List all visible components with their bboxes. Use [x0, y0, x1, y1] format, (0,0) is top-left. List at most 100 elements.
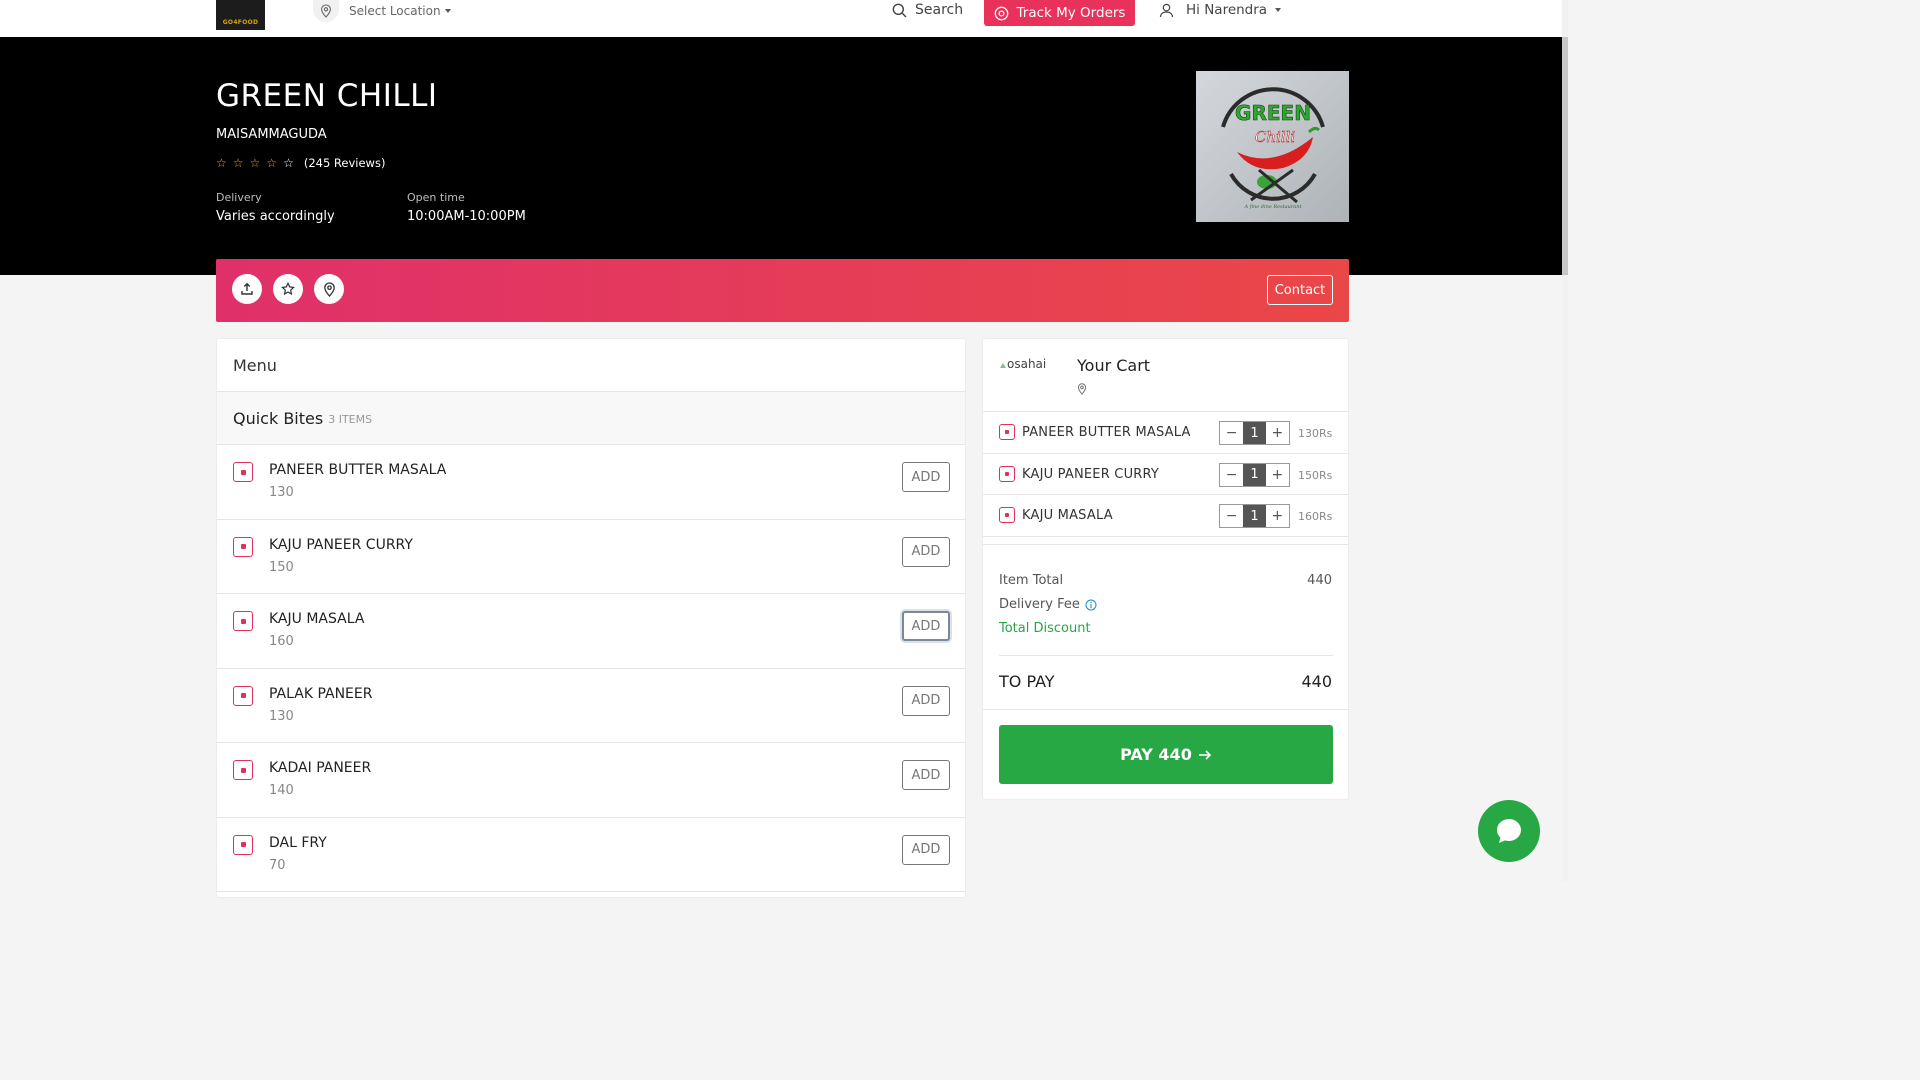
- track-orders-button[interactable]: Track My Orders: [984, 0, 1135, 26]
- delivery-value: Varies accordingly: [216, 209, 335, 224]
- increase-button[interactable]: +: [1266, 464, 1289, 486]
- quantity-stepper: − 1 +: [1219, 421, 1290, 445]
- cart-item-name: PANEER BUTTER MASALA: [1022, 425, 1191, 440]
- increase-button[interactable]: +: [1266, 505, 1289, 527]
- scrollbar-thumb[interactable]: [1562, 37, 1568, 275]
- veg-indicator-icon: [999, 465, 1015, 482]
- add-button[interactable]: ADD: [902, 611, 950, 641]
- menu-item-name: KADAI PANEER: [269, 760, 372, 776]
- info-icon[interactable]: [1085, 599, 1097, 611]
- track-orders-label: Track My Orders: [1016, 5, 1126, 21]
- veg-indicator-icon: [999, 424, 1015, 440]
- menu-panel: Menu Quick Bites 3 ITEMS PANEER BUTTER M…: [216, 338, 966, 898]
- top-navbar: GO4FOOD Select Location Search Track My …: [0, 0, 1568, 37]
- delivery-fee-label: Delivery Fee: [999, 597, 1080, 612]
- decrease-button[interactable]: −: [1220, 422, 1243, 444]
- chat-button[interactable]: [1478, 800, 1540, 862]
- star-icon: ☆: [216, 156, 227, 170]
- menu-item-price: 160: [269, 634, 294, 649]
- menu-item-price: 150: [269, 559, 294, 575]
- menu-item: KAJU PANEER CURRY 150 ADD: [217, 520, 965, 594]
- restaurant-area: MAISAMMAGUDA: [216, 127, 327, 142]
- menu-item-name: PANEER BUTTER MASALA: [269, 462, 447, 478]
- restaurant-logo: GREEN Chilli A fine dine Restaurant: [1196, 71, 1349, 222]
- chevron-down-icon: [1275, 8, 1282, 12]
- total-discount-label: Total Discount: [999, 621, 1091, 636]
- open-time-label: Open time: [407, 191, 465, 204]
- menu-item-price: 130: [269, 708, 294, 724]
- veg-indicator-icon: [233, 760, 253, 780]
- location-selector[interactable]: Select Location: [313, 0, 451, 22]
- item-total-value: 440: [1307, 573, 1332, 588]
- cart-item-price: 160Rs: [1298, 510, 1333, 523]
- menu-item-name: KAJU MASALA: [269, 611, 365, 627]
- menu-item: KADAI PANEER 140 ADD: [217, 743, 965, 818]
- svg-text:GREEN: GREEN: [1235, 101, 1311, 125]
- veg-indicator-icon: [233, 462, 253, 482]
- map-location-button[interactable]: [314, 274, 344, 304]
- star-icon: ☆: [249, 156, 261, 170]
- to-pay-label: TO PAY: [999, 672, 1055, 691]
- veg-indicator-icon: [233, 536, 253, 557]
- user-menu[interactable]: Hi Narendra: [1159, 2, 1282, 18]
- star-icon: ☆: [283, 156, 294, 170]
- menu-item-price: 70: [269, 857, 286, 873]
- rating: ☆ ☆ ☆ ☆ ☆ (245 Reviews): [216, 156, 385, 170]
- item-total-label: Item Total: [999, 573, 1064, 588]
- veg-indicator-icon: [233, 611, 253, 631]
- to-pay-value: 440: [1301, 672, 1332, 691]
- menu-item: PALAK PANEER 130 ADD: [217, 669, 965, 743]
- site-logo[interactable]: GO4FOOD: [216, 0, 265, 30]
- add-button[interactable]: ADD: [902, 834, 950, 865]
- add-button[interactable]: ADD: [902, 685, 950, 716]
- user-icon: [1159, 3, 1174, 17]
- cart-restaurant-image: osahai: [999, 357, 1046, 371]
- star-icon: ☆: [232, 156, 244, 170]
- broken-image-icon: [1000, 363, 1006, 368]
- category-header: Quick Bites 3 ITEMS: [217, 392, 965, 445]
- menu-item-name: PALAK PANEER: [269, 685, 373, 702]
- category-count: 3 ITEMS: [328, 413, 373, 426]
- menu-item-name: DAL FRY: [269, 834, 327, 851]
- delivery-label: Delivery: [216, 191, 262, 204]
- cart-item: KAJU MASALA − 1 + 160Rs: [983, 495, 1348, 537]
- search-icon: [892, 3, 907, 17]
- category-title: Quick Bites: [233, 408, 324, 428]
- decrease-button[interactable]: −: [1220, 464, 1243, 486]
- svg-text:A fine dine Restaurant: A fine dine Restaurant: [1243, 204, 1302, 210]
- share-button[interactable]: [232, 274, 262, 304]
- chat-bubble-icon: [1497, 819, 1521, 843]
- menu-item-name: KAJU PANEER CURRY: [269, 536, 413, 553]
- decrease-button[interactable]: −: [1220, 505, 1243, 527]
- menu-title: Menu: [217, 339, 965, 392]
- veg-indicator-icon: [999, 507, 1015, 523]
- cart-item: KAJU PANEER CURRY − 1 + 150Rs: [983, 454, 1348, 495]
- svg-text:Chilli: Chilli: [1254, 128, 1295, 146]
- search-label: Search: [915, 2, 964, 18]
- increase-button[interactable]: +: [1266, 422, 1289, 444]
- quantity-value: 1: [1243, 505, 1266, 527]
- cart-title: Your Cart: [1077, 356, 1151, 375]
- restaurant-name: GREEN CHILLI: [216, 78, 438, 114]
- cart-header: osahai Your Cart: [983, 339, 1348, 412]
- add-button[interactable]: ADD: [902, 760, 950, 790]
- search-link[interactable]: Search: [892, 2, 963, 18]
- menu-item-price: 140: [269, 783, 294, 798]
- contact-button[interactable]: Contact: [1267, 275, 1333, 305]
- upload-icon: [241, 282, 253, 295]
- menu-item: KAJU MASALA 160 ADD: [217, 594, 965, 669]
- menu-item-price: 130: [269, 485, 294, 500]
- cart-item-price: 150Rs: [1298, 468, 1333, 482]
- divider: [983, 537, 1348, 545]
- location-label: Select Location: [349, 4, 441, 18]
- target-icon: [994, 6, 1008, 20]
- add-button[interactable]: ADD: [902, 536, 950, 567]
- add-button[interactable]: ADD: [902, 462, 950, 492]
- location-pin-icon: [323, 281, 335, 297]
- arrow-right-icon: [1198, 749, 1211, 760]
- favorite-button[interactable]: [273, 274, 303, 304]
- cart-item: PANEER BUTTER MASALA − 1 + 130Rs: [983, 412, 1348, 454]
- cart-image-alt: osahai: [1007, 357, 1047, 371]
- cart-item-price: 130Rs: [1298, 427, 1333, 440]
- pay-button[interactable]: PAY 440: [999, 725, 1333, 784]
